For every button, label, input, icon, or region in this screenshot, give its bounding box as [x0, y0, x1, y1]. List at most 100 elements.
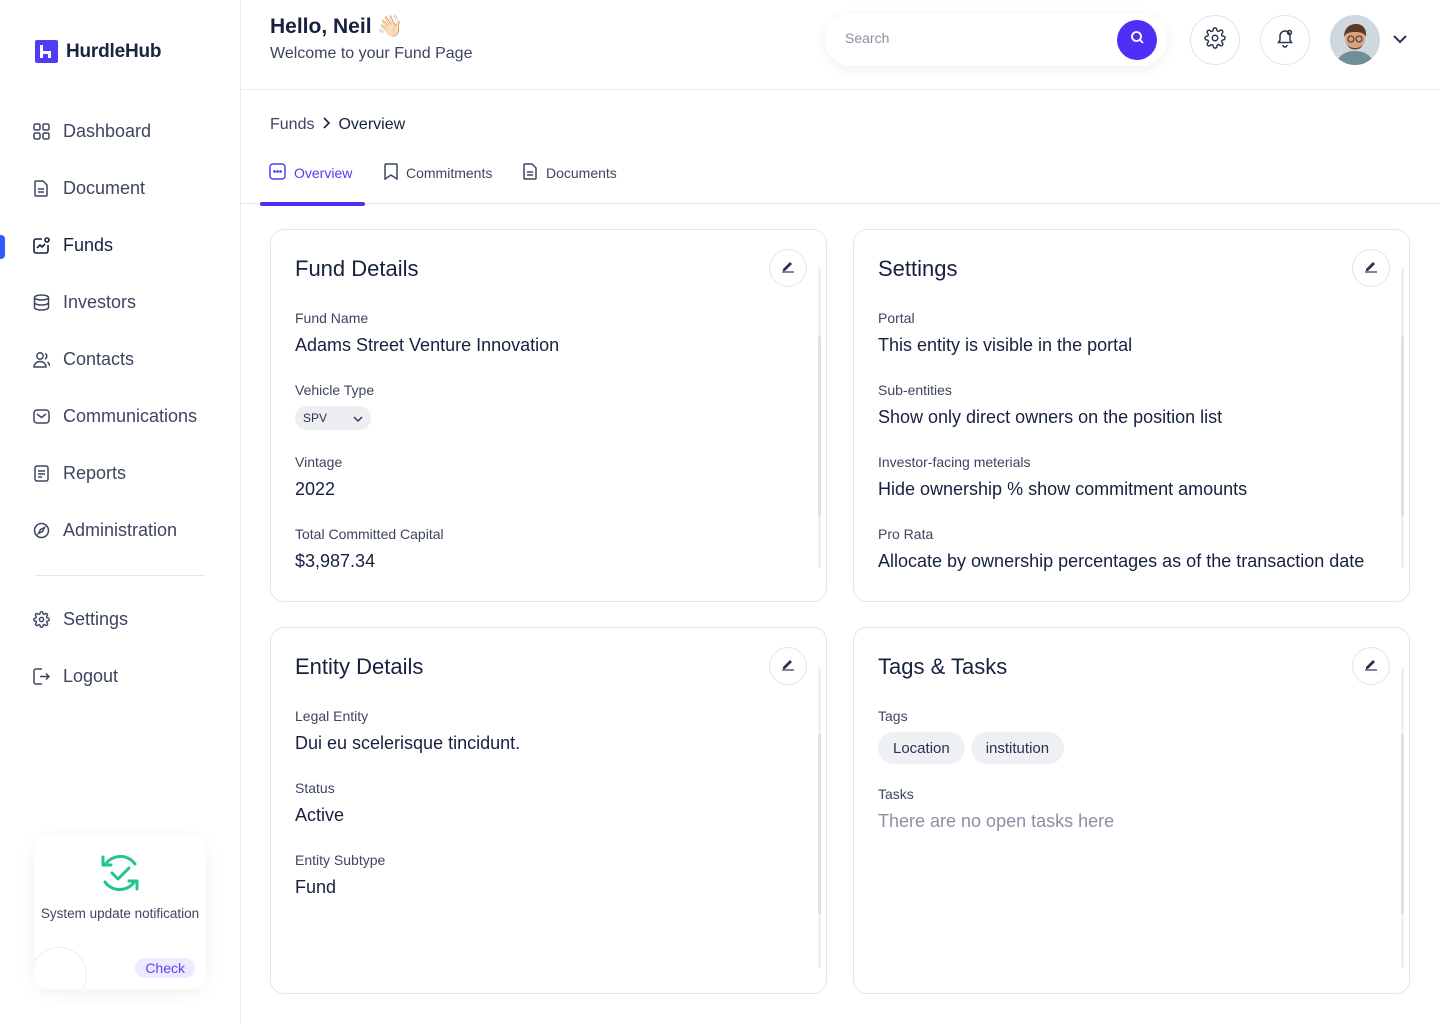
tab-bar: Overview Commitments Documents: [241, 150, 1440, 206]
sidebar-item-label: Settings: [63, 609, 129, 629]
scrollbar-thumb[interactable]: [818, 734, 821, 914]
card-title: Tags & Tasks: [878, 654, 1008, 679]
scrollbar-thumb[interactable]: [1401, 336, 1404, 516]
edit-button[interactable]: [769, 647, 807, 685]
sidebar-item-contacts[interactable]: Contacts: [0, 331, 240, 388]
tab-label: Overview: [294, 165, 353, 181]
edit-button[interactable]: [1352, 249, 1390, 287]
tag-chip[interactable]: Location: [878, 732, 965, 764]
sidebar-item-investors[interactable]: Investors: [0, 274, 240, 331]
field-label: Investor-facing meterials: [878, 454, 1031, 470]
materials-field: Investor-facing meterials Hide ownership…: [878, 454, 1247, 500]
scrollbar-thumb[interactable]: [818, 336, 821, 516]
search-input[interactable]: [845, 30, 1115, 46]
settings-button[interactable]: [1190, 15, 1240, 65]
grid-icon: [33, 123, 50, 140]
sidebar-item-label: Reports: [63, 463, 127, 483]
sidebar-item-label: Contacts: [63, 349, 135, 369]
greeting: Hello, Neil 👋🏻: [270, 15, 404, 39]
sidebar-item-communications[interactable]: Communications: [0, 388, 240, 445]
vehicle-type-select[interactable]: SPV: [295, 406, 371, 430]
update-text: System update notification: [40, 906, 200, 921]
top-header: Hello, Neil 👋🏻 Welcome to your Fund Page: [241, 0, 1440, 90]
materials-value: Hide ownership % show commitment amounts: [878, 479, 1248, 499]
decorative-circle: [35, 947, 87, 989]
check-button[interactable]: Check: [135, 958, 195, 978]
tags-tasks-card: Tags & Tasks Tags Location institution T…: [853, 627, 1410, 994]
field-label: Total Committed Capital: [295, 526, 444, 542]
sidebar-item-reports[interactable]: Reports: [0, 445, 240, 502]
field-label: Pro Rata: [878, 526, 934, 542]
bell-icon: [1275, 28, 1295, 53]
scrollbar[interactable]: [818, 268, 821, 568]
wave-emoji: 👋🏻: [377, 15, 404, 38]
scrollbar[interactable]: [818, 668, 821, 968]
pencil-icon: [781, 657, 795, 676]
sidebar-item-label: Administration: [63, 520, 178, 540]
field-label: Legal Entity: [295, 708, 369, 724]
sidebar-item-administration[interactable]: Administration: [0, 502, 240, 559]
field-label: Tags: [878, 708, 908, 724]
sidebar-item-label: Logout: [63, 666, 119, 686]
pencil-icon: [781, 259, 795, 278]
sidebar-item-logout[interactable]: Logout: [0, 648, 240, 705]
vintage-value: 2022: [295, 479, 336, 499]
chevron-down-icon: [353, 411, 363, 425]
sub-entities-value: Show only direct owners on the position …: [878, 407, 1223, 427]
tab-label: Commitments: [406, 165, 493, 181]
scrollbar[interactable]: [1401, 268, 1404, 568]
gear-icon: [33, 611, 50, 628]
breadcrumb-current: Overview: [338, 116, 406, 133]
field-label: Fund Name: [295, 310, 369, 326]
logo[interactable]: HurdleHub: [35, 40, 162, 63]
avatar[interactable]: [1330, 15, 1380, 65]
chevron-down-icon[interactable]: [1392, 31, 1408, 49]
sidebar-item-dashboard[interactable]: Dashboard: [0, 103, 240, 160]
active-tab-indicator: [260, 202, 365, 206]
breadcrumb-funds[interactable]: Funds: [270, 116, 314, 134]
scrollbar-thumb[interactable]: [1401, 734, 1404, 914]
select-value: SPV: [303, 411, 328, 425]
sidebar-item-funds[interactable]: Funds: [0, 217, 240, 274]
tag-chip[interactable]: institution: [970, 732, 1065, 764]
sidebar-secondary-nav: Settings Logout: [0, 591, 240, 705]
edit-button[interactable]: [769, 249, 807, 287]
edit-button[interactable]: [1352, 647, 1390, 685]
sidebar-item-settings[interactable]: Settings: [0, 591, 240, 648]
entity-subtype-field: Entity Subtype Fund: [295, 852, 385, 898]
field-label: Status: [295, 780, 335, 796]
sidebar-item-document[interactable]: Document: [0, 160, 240, 217]
report-icon: [33, 465, 50, 482]
tab-documents[interactable]: Documents: [523, 163, 617, 183]
card-title: Settings: [878, 256, 958, 281]
field-label: Sub-entities: [878, 382, 952, 398]
tab-commitments[interactable]: Commitments: [384, 163, 492, 183]
portal-value: This entity is visible in the portal: [878, 335, 1133, 355]
tasks-field: Tasks There are no open tasks here: [878, 786, 1114, 832]
welcome-subtitle: Welcome to your Fund Page: [270, 45, 473, 62]
pencil-icon: [1364, 657, 1378, 676]
document-icon: [523, 163, 538, 183]
bookmark-icon: [384, 163, 398, 183]
legal-entity-value: Dui eu scelerisque tincidunt.: [295, 733, 521, 753]
field-label: Vehicle Type: [295, 382, 375, 398]
sidebar-nav: Dashboard Document Funds Investors Conta…: [0, 103, 240, 559]
legal-entity-field: Legal Entity Dui eu scelerisque tincidun…: [295, 708, 520, 754]
compass-icon: [33, 522, 50, 539]
app-name: HurdleHub: [66, 40, 162, 62]
tab-overview[interactable]: Overview: [269, 163, 352, 183]
search-button[interactable]: [1117, 20, 1157, 60]
field-label: Portal: [878, 310, 915, 326]
notifications-button[interactable]: [1260, 15, 1310, 65]
chart-icon: [33, 237, 50, 254]
entity-subtype-value: Fund: [295, 877, 337, 897]
sub-entities-field: Sub-entities Show only direct owners on …: [878, 382, 1222, 428]
tab-label: Documents: [546, 165, 617, 181]
sidebar: HurdleHub Dashboard Document Funds Inves…: [0, 0, 241, 1024]
search-icon: [1130, 30, 1145, 50]
scrollbar[interactable]: [1401, 668, 1404, 968]
tags-field: Tags Location institution: [878, 708, 1065, 764]
system-update-card: System update notification Check: [35, 835, 205, 989]
pencil-icon: [1364, 259, 1378, 278]
chevron-right-icon: [322, 116, 331, 134]
